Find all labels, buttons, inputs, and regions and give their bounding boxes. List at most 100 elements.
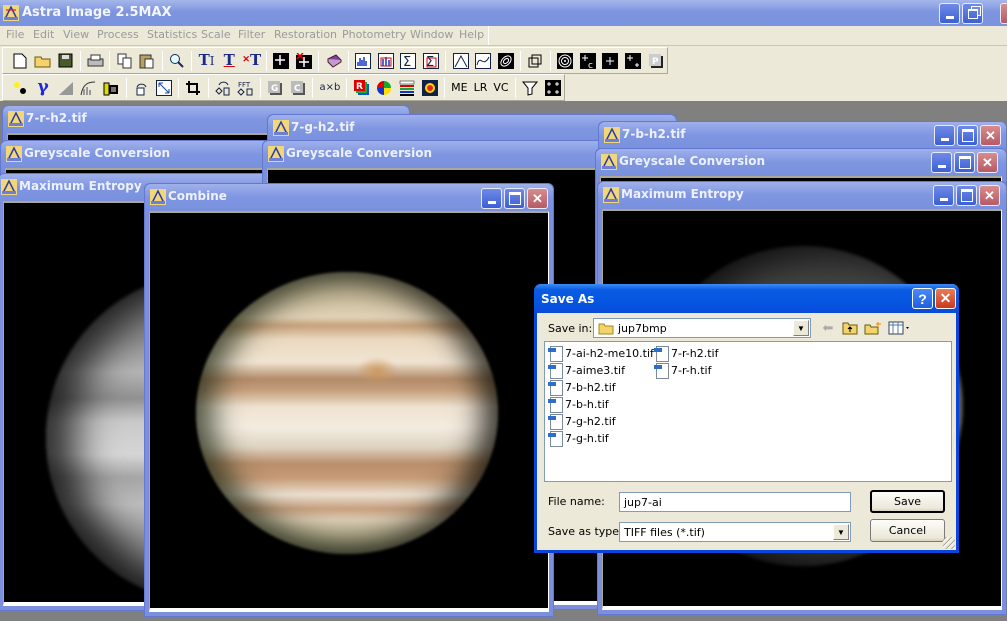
star-c-icon[interactable]: c: [576, 50, 599, 72]
window-titlebar[interactable]: Greyscale Conversion ✕: [596, 149, 1006, 175]
window-titlebar[interactable]: Combine ✕: [145, 184, 553, 210]
file-list[interactable]: 7-ai-h2-me10.tif 7-aime3.tif 7-b-h2.tif …: [544, 341, 952, 482]
save-button[interactable]: Save: [870, 490, 945, 513]
brightness-icon[interactable]: [9, 77, 32, 99]
menu-help[interactable]: Help: [459, 28, 484, 41]
star-icon[interactable]: [599, 50, 622, 72]
triangle-curve-icon[interactable]: [449, 50, 472, 72]
file-item[interactable]: 7-b-h2.tif: [548, 379, 616, 396]
menu-edit[interactable]: Edit: [33, 28, 54, 41]
chevron-down-icon[interactable]: ▼: [793, 320, 809, 336]
rgb-r-icon[interactable]: R: [350, 77, 373, 99]
crosshair-delete-icon[interactable]: [293, 50, 316, 72]
minimize-button[interactable]: [933, 185, 954, 206]
file-item[interactable]: 7-aime3.tif: [548, 362, 625, 379]
close-button[interactable]: ✕: [527, 188, 548, 209]
rotate-transform-icon[interactable]: [212, 77, 235, 99]
new-folder-icon[interactable]: [864, 319, 882, 337]
cancel-button[interactable]: Cancel: [870, 519, 945, 542]
file-item[interactable]: 7-b-h.tif: [548, 396, 609, 413]
menu-photometry[interactable]: Photometry: [342, 28, 406, 41]
resize-grip[interactable]: [943, 537, 955, 549]
text-insert-icon[interactable]: TI: [195, 50, 218, 72]
window-titlebar[interactable]: Maximum Entropy ✕: [598, 182, 1006, 208]
save-as-type-dropdown[interactable]: TIFF files (*.tif) ▼: [619, 522, 851, 542]
histogram-icon[interactable]: [352, 50, 375, 72]
filter-funnel-icon[interactable]: [519, 77, 542, 99]
app-close-button[interactable]: [1000, 3, 1007, 24]
window-titlebar[interactable]: Greyscale Conversion: [1, 141, 289, 167]
menu-window[interactable]: Window: [410, 28, 453, 41]
menu-file[interactable]: File: [6, 28, 24, 41]
file-item[interactable]: 7-g-h2.tif: [548, 413, 616, 430]
maximize-button[interactable]: [957, 125, 978, 146]
resize-icon[interactable]: [152, 77, 175, 99]
chevron-down-icon[interactable]: ▼: [833, 524, 849, 540]
file-item[interactable]: 7-r-h2.tif: [654, 345, 718, 362]
dialog-titlebar[interactable]: Save As ? ✕: [534, 284, 959, 313]
me-button[interactable]: ME: [448, 77, 470, 99]
copy-icon[interactable]: [113, 50, 136, 72]
star-plus-icon[interactable]: [622, 50, 645, 72]
close-button[interactable]: ✕: [977, 152, 998, 173]
save-in-dropdown[interactable]: jup7bmp ▼: [593, 318, 811, 338]
back-arrow-icon[interactable]: ⬅: [819, 319, 837, 337]
dialog-close-button[interactable]: ✕: [935, 288, 956, 309]
target-rings-icon[interactable]: [554, 50, 577, 72]
histogram-select-icon[interactable]: [375, 50, 398, 72]
sigma-select-icon[interactable]: Σ: [420, 50, 443, 72]
color-bars-icon[interactable]: [396, 77, 419, 99]
zoom-magnifier-icon[interactable]: [166, 50, 189, 72]
maximize-button[interactable]: [956, 185, 977, 206]
gamma-icon[interactable]: γ: [32, 77, 55, 99]
print-icon[interactable]: [84, 50, 107, 72]
menu-restoration[interactable]: Restoration: [274, 28, 337, 41]
file-name-input[interactable]: jup7-ai: [619, 492, 851, 512]
close-button[interactable]: ✕: [979, 185, 1000, 206]
window-titlebar[interactable]: 7-b-h2.tif ✕: [599, 122, 1006, 148]
crosshair-icon[interactable]: [270, 50, 293, 72]
menu-scale[interactable]: Scale: [201, 28, 231, 41]
spiral-icon[interactable]: [495, 50, 518, 72]
grid-stars-icon[interactable]: [541, 77, 564, 99]
menu-view[interactable]: View: [63, 28, 89, 41]
fft-icon[interactable]: FFT: [234, 77, 257, 99]
minimize-button[interactable]: [934, 125, 955, 146]
cube-3d-icon[interactable]: [524, 50, 547, 72]
up-folder-icon[interactable]: [841, 319, 859, 337]
view-menu-icon[interactable]: [887, 319, 913, 337]
help-button[interactable]: ?: [912, 288, 933, 309]
text-underline-icon[interactable]: T: [218, 50, 241, 72]
levels-icon[interactable]: [54, 77, 77, 99]
paste-icon[interactable]: [136, 50, 159, 72]
new-file-icon[interactable]: [9, 50, 32, 72]
file-item[interactable]: 7-r-h.tif: [654, 362, 711, 379]
file-item[interactable]: 7-g-h.tif: [548, 430, 609, 447]
file-item[interactable]: 7-ai-h2-me10.tif: [548, 345, 654, 362]
app-restore-button[interactable]: [962, 3, 983, 24]
rotate-icon[interactable]: [130, 77, 153, 99]
p-button-icon[interactable]: P: [644, 50, 667, 72]
text-delete-icon[interactable]: ✕ T: [240, 50, 263, 72]
false-color-icon[interactable]: [418, 77, 441, 99]
curves-icon[interactable]: [77, 77, 100, 99]
vc-button[interactable]: VC: [490, 77, 511, 99]
crop-icon[interactable]: [182, 77, 205, 99]
save-disk-icon[interactable]: [54, 50, 77, 72]
a-times-b-button[interactable]: a×b: [316, 77, 343, 99]
help-book-icon[interactable]: [322, 50, 345, 72]
menu-process[interactable]: Process: [97, 28, 139, 41]
minimize-button[interactable]: [481, 188, 502, 209]
menu-statistics[interactable]: Statistics: [147, 28, 197, 41]
minimize-button[interactable]: [931, 152, 952, 173]
lr-button[interactable]: LR: [471, 77, 491, 99]
g-button-icon[interactable]: G: [264, 77, 287, 99]
c-button-icon[interactable]: C: [287, 77, 310, 99]
maximize-button[interactable]: [954, 152, 975, 173]
film-strip-icon[interactable]: [100, 77, 123, 99]
open-folder-icon[interactable]: [32, 50, 55, 72]
sigma-icon[interactable]: Σ: [397, 50, 420, 72]
app-minimize-button[interactable]: [939, 3, 960, 24]
close-button[interactable]: ✕: [980, 125, 1001, 146]
color-wheel-icon[interactable]: [373, 77, 396, 99]
